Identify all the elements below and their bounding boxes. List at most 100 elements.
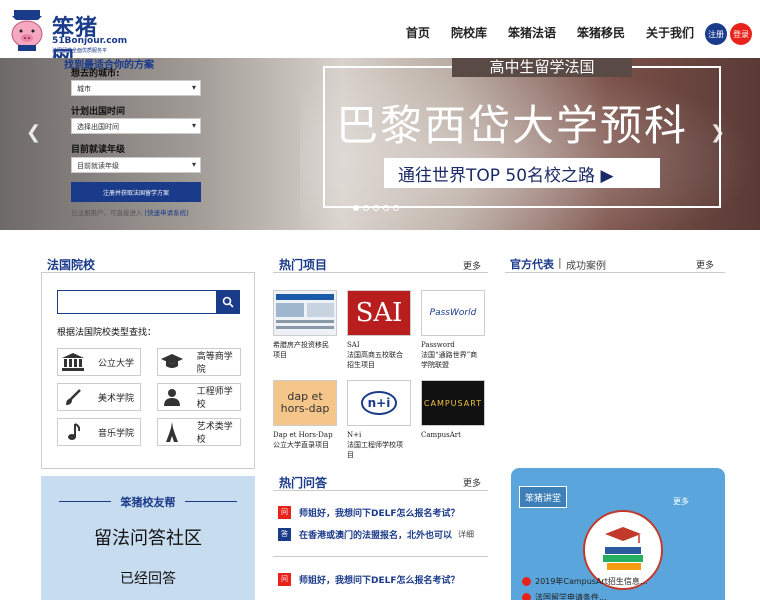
search-button[interactable] <box>216 290 240 314</box>
nav-french[interactable]: 笨猪法语 <box>508 24 556 41</box>
qa-item[interactable]: 答 在香港或澳门的法盟报名，北外也可以 详细 <box>278 527 488 541</box>
project-thumb-text: SAI <box>355 298 403 328</box>
qa-item[interactable]: 问 师姐好，我想问下DELF怎么报名考试？ <box>278 572 488 586</box>
tab-official-reps[interactable]: 官方代表 <box>510 256 554 272</box>
project-line: 公立大学直录项目 <box>273 441 329 449</box>
time-select[interactable]: 选择出国时间 <box>71 118 201 134</box>
helper-subtitle: 已经回答 <box>120 571 176 587</box>
login-button[interactable]: 登录 <box>730 23 752 45</box>
site-header: 笨猪网 51Bonjour.com 法国留学全面优质服务平台 首页 院校库 笨猪… <box>0 0 760 73</box>
project-line: 目 <box>347 451 354 459</box>
project-thumbnail: dap et hors-dap <box>273 380 337 426</box>
get-plan-button[interactable]: 注册并获取法国留学方案 <box>71 182 201 202</box>
banner-cta[interactable]: 通往世界TOP 50名校之路 ▶ <box>384 158 660 188</box>
project-card[interactable]: PassWorld Password 法国“通路世界”商 学院联盟 <box>421 290 485 370</box>
nav-about[interactable]: 关于我们 <box>646 24 694 41</box>
project-card[interactable]: dap et hors-dap Dap et Hors-Dap 公立大学直录项目 <box>273 380 337 450</box>
schools-panel: 根据法国院校类型查找： 公立大学 高等商学院 美术学院 工程师学校 音乐学院 艺 <box>41 272 255 469</box>
carousel-dot[interactable] <box>393 205 399 211</box>
project-line: 法国工程师学校项 <box>347 441 403 449</box>
answer-icon: 答 <box>278 527 291 541</box>
music-note-icon <box>58 423 88 441</box>
answer-text[interactable]: 在香港或澳门的法盟报名，北外也可以 <box>299 528 452 541</box>
graduation-cap-icon <box>158 354 187 370</box>
carousel-dot[interactable] <box>383 205 389 211</box>
project-line: Password <box>421 341 455 349</box>
projects-title[interactable]: 热门项目 <box>279 256 327 273</box>
category-music[interactable]: 音乐学院 <box>57 418 141 446</box>
qa-more-link[interactable]: 更多 <box>463 476 481 489</box>
carousel-dot[interactable] <box>353 205 359 211</box>
project-line: CampusArt <box>421 431 461 439</box>
question-text[interactable]: 师姐好，我想问下DELF怎么报名考试？ <box>299 506 460 519</box>
eiffel-tower-icon <box>158 422 187 442</box>
carousel-dots <box>353 205 399 211</box>
category-label: 工程师学校 <box>196 387 233 410</box>
project-line: SAI <box>347 341 360 349</box>
school-search-input[interactable] <box>57 290 240 314</box>
category-arts[interactable]: 艺术类学校 <box>157 418 241 446</box>
project-thumbnail: CAMPUSART <box>421 380 485 426</box>
category-label: 高等商学院 <box>196 352 233 375</box>
pig-mascot-icon <box>11 10 43 51</box>
register-button[interactable]: 注册 <box>705 23 727 45</box>
project-caption: Password 法国“通路世界”商 学院联盟 <box>421 340 485 370</box>
category-label: 美术学院 <box>98 393 135 404</box>
nav-immigration[interactable]: 笨猪移民 <box>577 24 625 41</box>
project-caption: 希腊房产投资移民 项目 <box>273 340 337 360</box>
carousel-dot[interactable] <box>363 205 369 211</box>
site-logo[interactable]: 笨猪网 51Bonjour.com 法国留学全面优质服务平台 <box>8 8 127 73</box>
project-line: N+i <box>347 431 362 439</box>
detail-link[interactable]: 详细 <box>458 529 474 540</box>
hero-banner: 找到最适合你的方案 想去的城市: 城市 计划出国时间 选择出国时间 目前就读年级… <box>0 58 760 230</box>
carousel-dot[interactable] <box>373 205 379 211</box>
logo-domain: 51Bonjour.com <box>52 36 128 46</box>
category-business-school[interactable]: 高等商学院 <box>157 348 241 376</box>
lecture-item[interactable]: 法国留学申请条件... <box>522 592 607 600</box>
grade-label: 目前就读年级 <box>71 145 126 155</box>
tab-separator: | <box>558 256 562 269</box>
reps-rule <box>505 272 725 273</box>
project-caption: CampusArt <box>421 430 485 440</box>
lecture-card[interactable]: 笨猪讲堂 更多 2019年CampusArt招生信息... 法国留学申请条件..… <box>511 468 725 600</box>
qa-item[interactable]: 问 师姐好，我想问下DELF怎么报名考试？ <box>278 505 488 519</box>
category-public-university[interactable]: 公立大学 <box>57 348 141 376</box>
category-label: 公立大学 <box>98 358 135 369</box>
lecture-item[interactable]: 2019年CampusArt招生信息... <box>522 576 647 587</box>
reps-more-link[interactable]: 更多 <box>696 258 714 271</box>
projects-more-link[interactable]: 更多 <box>463 259 481 272</box>
nav-schools[interactable]: 院校库 <box>451 24 487 41</box>
project-thumb-text: dap et hors-dap <box>280 390 330 415</box>
schools-title[interactable]: 法国院校 <box>47 256 95 273</box>
helper-title: 留法问答社区 <box>94 528 202 549</box>
lecture-tab[interactable]: 笨猪讲堂 <box>519 486 567 508</box>
alumni-helper-card[interactable]: 笨猪校友帮 留法问答社区 已经回答 <box>41 476 255 600</box>
plan-form: 找到最适合你的方案 想去的城市: 城市 计划出国时间 选择出国时间 目前就读年级… <box>64 58 206 230</box>
bullet-icon <box>522 593 531 600</box>
category-label: 音乐学院 <box>98 428 135 439</box>
lecture-more-link[interactable]: 更多 <box>673 496 689 507</box>
project-caption: SAI 法国高商五校联合 招生项目 <box>347 340 411 370</box>
city-label: 想去的城市: <box>71 69 120 79</box>
project-card[interactable]: SAI SAI 法国高商五校联合 招生项目 <box>347 290 411 370</box>
category-fine-arts[interactable]: 美术学院 <box>57 383 141 411</box>
time-label: 计划出国时间 <box>71 107 126 117</box>
qa-rule <box>273 490 488 491</box>
form-note: 已注册用户，可直接进入 [快速申请系统] <box>71 208 203 218</box>
project-card[interactable]: n+i N+i 法国工程师学校项 目 <box>347 380 411 460</box>
city-select[interactable]: 城市 <box>71 80 201 96</box>
quick-apply-link[interactable]: [快速申请系统] <box>145 209 189 217</box>
question-text[interactable]: 师姐好，我想问下DELF怎么报名考试？ <box>299 573 460 586</box>
grade-select[interactable]: 目前就读年级 <box>71 157 201 173</box>
project-thumbnail: n+i <box>347 380 411 426</box>
qa-title[interactable]: 热门问答 <box>279 474 327 491</box>
project-card[interactable]: 希腊房产投资移民 项目 <box>273 290 337 360</box>
nav-home[interactable]: 首页 <box>406 24 430 41</box>
tab-success-cases[interactable]: 成功案例 <box>566 257 606 272</box>
project-card[interactable]: CAMPUSART CampusArt <box>421 380 485 440</box>
category-engineering[interactable]: 工程师学校 <box>157 383 241 411</box>
chevron-left-icon[interactable]: ❮ <box>26 122 41 143</box>
project-line: 法国高商五校联合 <box>347 351 403 359</box>
project-thumbnail: SAI <box>347 290 411 336</box>
lecture-item-text: 2019年CampusArt招生信息... <box>535 577 648 586</box>
